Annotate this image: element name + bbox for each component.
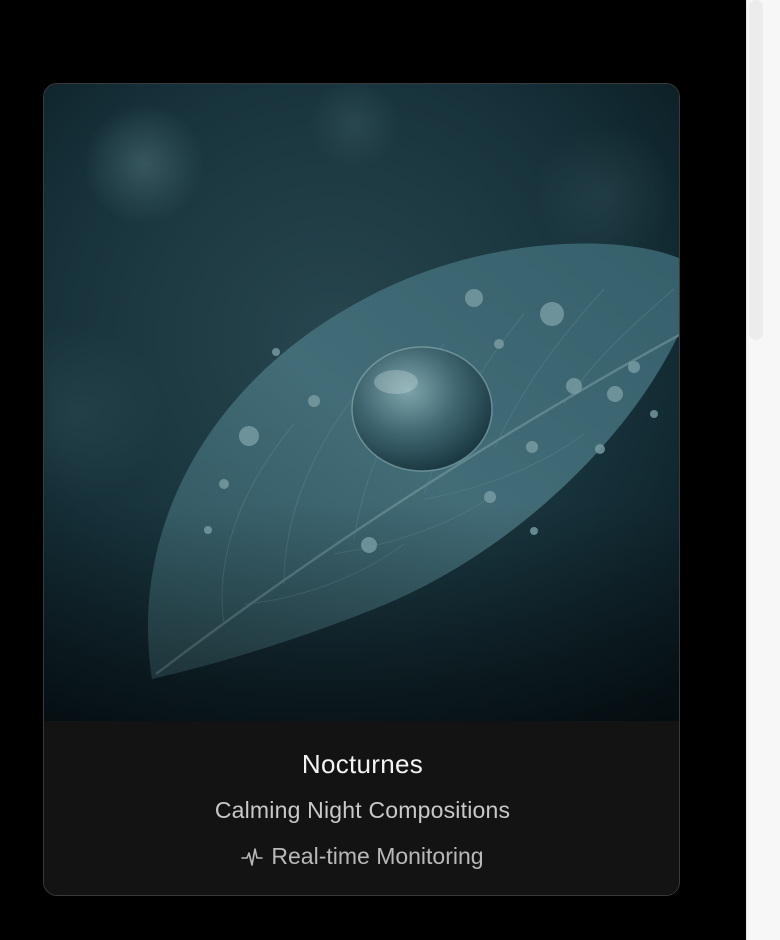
pulse-icon <box>241 846 264 868</box>
card-title: Nocturnes <box>301 749 424 779</box>
page: Nocturnes Calming Night Compositions Rea… <box>0 0 780 940</box>
card-footer: Nocturnes Calming Night Compositions Rea… <box>44 721 679 895</box>
card-subtitle: Calming Night Compositions <box>214 797 511 823</box>
status-label: Real-time Monitoring <box>271 843 484 869</box>
status-row: Real-time Monitoring <box>44 843 679 870</box>
album-cover-image[interactable] <box>44 84 679 721</box>
scrollbar-thumb[interactable] <box>749 0 763 340</box>
leaf-water-drop-image <box>44 84 679 721</box>
scrollbar-track[interactable] <box>746 0 780 940</box>
album-card[interactable]: Nocturnes Calming Night Compositions Rea… <box>43 83 680 896</box>
